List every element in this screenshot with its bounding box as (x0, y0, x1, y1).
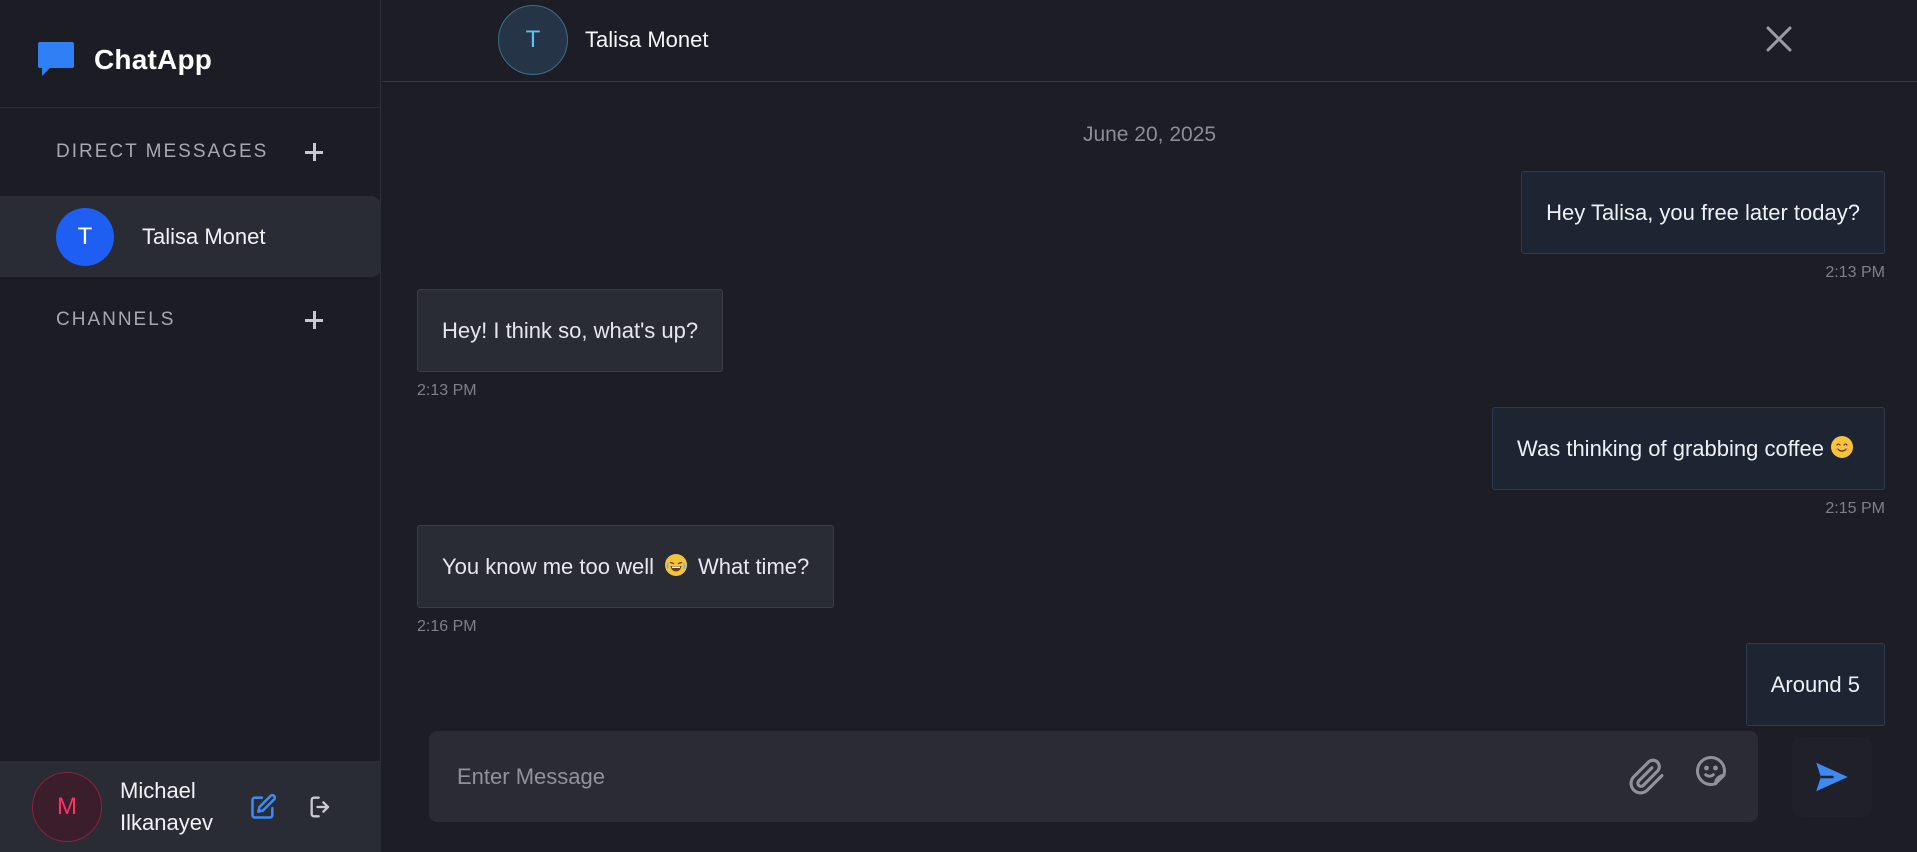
close-icon[interactable] (1764, 24, 1794, 54)
message-time: 2:16 PM (417, 618, 477, 635)
chat-bubble-logo-icon (38, 42, 74, 76)
message-item: Hey Talisa, you free later today? 2:13 P… (1521, 171, 1885, 282)
message-text: Around 5 (1770, 671, 1860, 697)
channels-header: CHANNELS (56, 308, 326, 332)
message-text: Was thinking of grabbing coffee (1517, 435, 1824, 461)
user-bar: M Michael Ilkanayev (0, 761, 381, 852)
add-direct-message-icon[interactable] (302, 140, 326, 164)
emoji-sticker-icon[interactable] (1693, 753, 1729, 789)
message-item: Was thinking of grabbing coffee 2:15 PM (1492, 407, 1885, 518)
message-item: Hey! I think so, what's up? 2:13 PM (417, 289, 724, 400)
date-separator: June 20, 2025 (1082, 123, 1217, 146)
chat-header: T Talisa Monet (382, 0, 1917, 82)
contact-avatar[interactable]: T (498, 5, 568, 75)
sidebar-item-talisa-monet[interactable]: T Talisa Monet (0, 196, 381, 277)
channels-title: CHANNELS (56, 309, 176, 330)
message-item: Around 5 (1745, 643, 1885, 726)
send-button[interactable] (1792, 737, 1872, 817)
smiling-face-emoji-icon (1831, 435, 1853, 458)
avatar: T (56, 207, 114, 266)
message-bubble[interactable]: Hey! I think so, what's up? (417, 289, 724, 372)
contact-name: Talisa Monet (585, 27, 709, 52)
message-text: Hey Talisa, you free later today? (1546, 199, 1860, 225)
brand: ChatApp (36, 40, 212, 80)
message-input[interactable] (457, 759, 1557, 795)
direct-messages-title: DIRECT MESSAGES (56, 141, 269, 162)
sidebar: ChatApp DIRECT MESSAGES T Talisa Monet C… (0, 0, 381, 852)
message-time: 2:15 PM (1825, 500, 1885, 517)
message-time: 2:13 PM (417, 382, 477, 399)
chat-panel: T Talisa Monet June 20, 2025 Hey Talisa,… (382, 0, 1917, 852)
user-avatar[interactable]: M (32, 771, 102, 842)
message-text-after: What time? (697, 553, 810, 579)
sidebar-divider (0, 107, 381, 108)
message-composer (429, 731, 1758, 822)
message-bubble[interactable]: Hey Talisa, you free later today? (1521, 171, 1885, 254)
message-text-before: You know me too well (442, 553, 654, 579)
message-text: Hey! I think so, what's up? (442, 317, 699, 343)
add-channel-icon[interactable] (302, 308, 326, 332)
paperclip-icon[interactable] (1628, 758, 1666, 796)
message-bubble[interactable]: Was thinking of grabbing coffee (1492, 407, 1885, 490)
message-time: 2:13 PM (1825, 264, 1885, 281)
app-name: ChatApp (94, 44, 213, 75)
sidebar-item-label: Talisa Monet (142, 223, 266, 249)
message-bubble[interactable]: You know me too well What time? (417, 525, 835, 608)
user-name: Michael Ilkanayev (120, 777, 213, 835)
message-item: You know me too well What time? 2:16 PM (417, 525, 835, 636)
laughing-face-emoji-icon (664, 553, 687, 576)
direct-messages-header: DIRECT MESSAGES (56, 140, 326, 164)
send-icon (1816, 762, 1848, 792)
edit-profile-icon[interactable] (248, 792, 278, 822)
logout-icon[interactable] (306, 792, 336, 822)
message-bubble[interactable]: Around 5 (1745, 643, 1885, 726)
